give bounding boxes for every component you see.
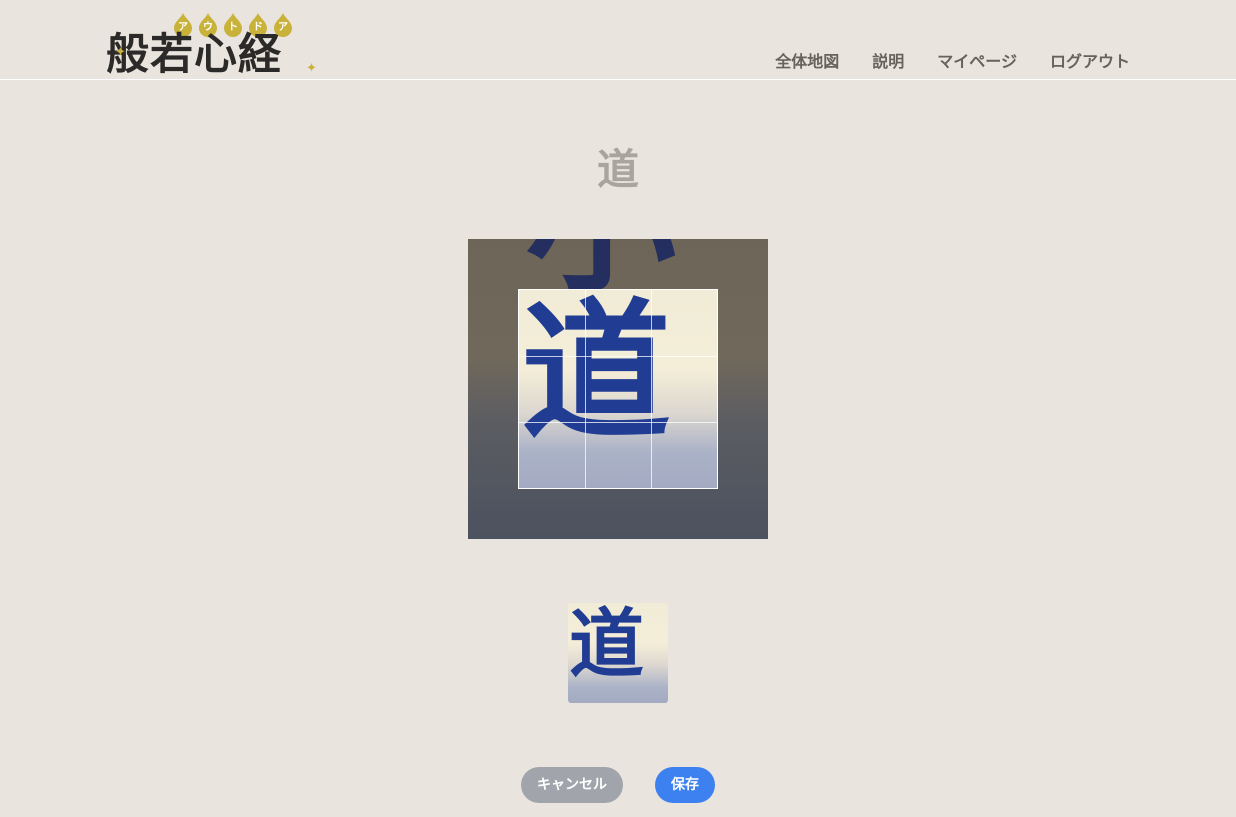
- main-nav: 全体地図 説明 マイページ ログアウト: [775, 50, 1130, 74]
- save-button[interactable]: 保存: [655, 767, 715, 803]
- nav-logout[interactable]: ログアウト: [1050, 50, 1130, 74]
- crop-selection-box[interactable]: 道: [518, 289, 718, 489]
- target-character-heading: 道: [596, 145, 639, 194]
- crop-box-char: 道: [521, 289, 672, 460]
- crop-preview: 道: [568, 603, 668, 703]
- logo-title: 般若心経: [106, 30, 282, 80]
- nav-my-page[interactable]: マイページ: [937, 50, 1017, 74]
- sparkle-icon: ✦: [115, 45, 126, 60]
- crop-grid-line: [585, 290, 586, 488]
- crop-grid-line: [519, 422, 717, 423]
- nav-explanation[interactable]: 説明: [872, 50, 904, 74]
- crop-grid-line: [519, 356, 717, 357]
- crop-grid-line: [651, 290, 652, 488]
- cancel-button[interactable]: キャンセル: [521, 767, 623, 803]
- site-header: ア ウ ト ド ア 般若心経 ✦ ✦ 全体地図 説明 マイページ ログアウト: [0, 0, 1236, 80]
- image-crop-area[interactable]: 小 道 道: [468, 239, 768, 539]
- sparkle-icon: ✦: [306, 61, 317, 76]
- site-logo[interactable]: ア ウ ト ド ア 般若心経 ✦ ✦: [106, 10, 348, 80]
- nav-full-map[interactable]: 全体地図: [775, 50, 839, 74]
- preview-char: 道: [569, 603, 645, 688]
